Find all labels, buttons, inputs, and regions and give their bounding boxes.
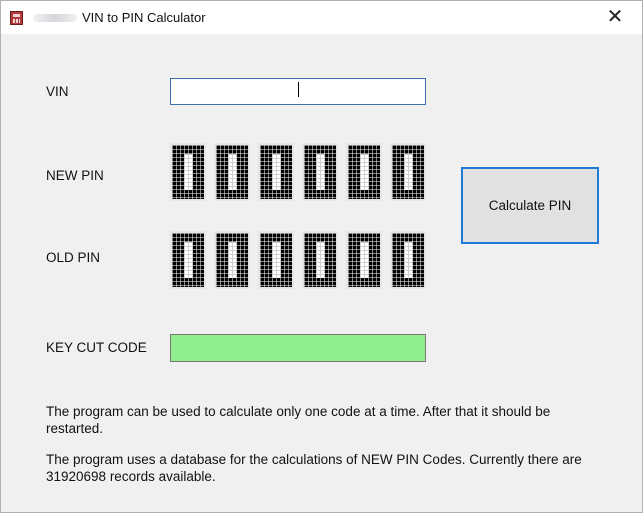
calculate-pin-button[interactable]: Calculate PIN xyxy=(461,167,599,244)
old-pin-digit xyxy=(346,231,382,289)
blurred-title-prefix xyxy=(33,14,77,22)
old-pin-digit xyxy=(214,231,250,289)
info-text-single-code: The program can be used to calculate onl… xyxy=(46,404,551,436)
calculator-icon xyxy=(10,11,23,25)
old-pin-label: OLD PIN xyxy=(46,250,101,265)
new-pin-digit xyxy=(170,143,206,201)
old-pin-digit xyxy=(170,231,206,289)
new-pin-digit xyxy=(390,143,426,201)
close-icon: ✕ xyxy=(606,6,624,28)
new-pin-digit xyxy=(302,143,338,201)
vin-label: VIN xyxy=(46,84,69,99)
old-pin-digit xyxy=(390,231,426,289)
title-bar[interactable]: VIN to PIN Calculator ✕ xyxy=(1,1,642,34)
info-text-database: The program uses a database for the calc… xyxy=(46,452,582,484)
key-cut-code-label: KEY CUT CODE xyxy=(46,340,147,355)
old-pin-digit xyxy=(302,231,338,289)
app-window: VIN to PIN Calculator ✕ VIN NEW PIN OLD … xyxy=(0,0,643,513)
new-pin-digit xyxy=(346,143,382,201)
old-pin-digit xyxy=(258,231,294,289)
key-cut-code-field[interactable] xyxy=(170,334,426,362)
new-pin-label: NEW PIN xyxy=(46,168,104,183)
close-button[interactable]: ✕ xyxy=(588,1,642,34)
new-pin-digit xyxy=(214,143,250,201)
window-title: VIN to PIN Calculator xyxy=(82,10,206,25)
text-caret xyxy=(298,82,299,97)
new-pin-digit xyxy=(258,143,294,201)
